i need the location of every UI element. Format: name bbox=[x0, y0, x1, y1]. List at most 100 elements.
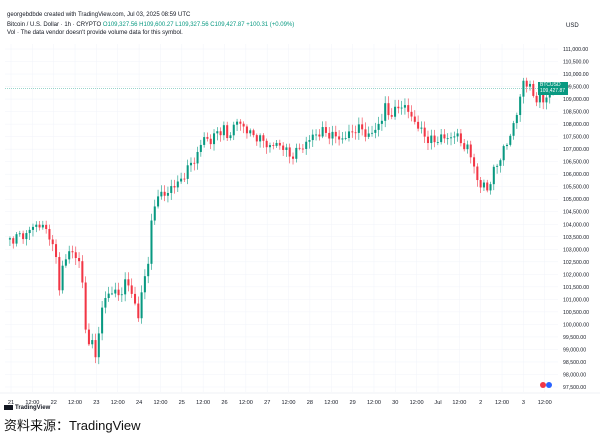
candle-body bbox=[285, 147, 288, 150]
candle-body bbox=[170, 186, 173, 193]
candle-body bbox=[130, 285, 133, 294]
candle-body bbox=[384, 103, 387, 121]
candle-body bbox=[397, 106, 400, 109]
candle-body bbox=[502, 146, 505, 161]
event-flag-icon bbox=[546, 382, 552, 388]
y-tick-label: 105,000.00 bbox=[563, 197, 589, 203]
candle-body bbox=[166, 192, 169, 196]
candle-body bbox=[417, 121, 420, 129]
candle-body bbox=[124, 279, 127, 295]
tradingview-logo-icon bbox=[4, 405, 13, 410]
candle-body bbox=[420, 127, 423, 129]
x-tick-label: 12:00 bbox=[282, 400, 296, 406]
candle-body bbox=[351, 131, 354, 133]
event-flag-icon bbox=[540, 382, 546, 388]
x-tick-label: 23 bbox=[93, 400, 99, 406]
y-tick-label: 102,500.00 bbox=[563, 260, 589, 266]
tradingview-logo-text: TradingView bbox=[15, 405, 51, 411]
candle-body bbox=[199, 144, 202, 152]
y-tick-label: 103,500.00 bbox=[563, 235, 589, 241]
candle-body bbox=[213, 133, 216, 145]
last-price-tag: BTCUSD 109,427.87 bbox=[538, 82, 568, 96]
candle-body bbox=[519, 96, 522, 116]
candle-body bbox=[453, 136, 456, 138]
y-tick-label: 98,500.00 bbox=[563, 360, 586, 366]
candle-body bbox=[186, 165, 189, 179]
candle-body bbox=[341, 138, 344, 140]
x-tick-label: 12:00 bbox=[495, 400, 509, 406]
y-tick-label: 108,000.00 bbox=[563, 122, 589, 128]
candle-body bbox=[371, 132, 374, 134]
candle-body bbox=[31, 226, 34, 230]
x-tick-label: 12:00 bbox=[538, 400, 552, 406]
candle-body bbox=[482, 182, 485, 188]
candle-body bbox=[114, 289, 117, 294]
y-tick-label: 107,500.00 bbox=[563, 135, 589, 141]
candle-body bbox=[147, 263, 150, 277]
candle-body bbox=[127, 279, 130, 286]
candle-body bbox=[81, 261, 84, 283]
candle-body bbox=[361, 124, 364, 130]
candle-body bbox=[245, 126, 248, 134]
candle-body bbox=[262, 135, 265, 141]
candle-body bbox=[137, 303, 140, 319]
candle-body bbox=[321, 127, 324, 137]
y-tick-label: 109,000.00 bbox=[563, 97, 589, 103]
currency-label: USD bbox=[566, 23, 579, 29]
candle-body bbox=[104, 298, 107, 308]
x-tick-label: 12:00 bbox=[153, 400, 167, 406]
candle-body bbox=[367, 133, 370, 137]
x-tick-label: 12:00 bbox=[196, 400, 210, 406]
y-tick-label: 104,500.00 bbox=[563, 210, 589, 216]
candle-body bbox=[268, 145, 271, 148]
candle-body bbox=[216, 131, 219, 134]
x-tick-label: 3 bbox=[522, 400, 525, 406]
candle-body bbox=[486, 182, 489, 191]
candle-body bbox=[295, 147, 298, 159]
candle-body bbox=[91, 340, 94, 345]
x-tick-label: Jul bbox=[434, 400, 441, 406]
x-tick-label: 12:00 bbox=[410, 400, 424, 406]
candle-body bbox=[347, 131, 350, 138]
y-tick-label: 110,500.00 bbox=[563, 60, 589, 66]
candle-body bbox=[450, 137, 453, 139]
candle-body bbox=[525, 80, 528, 87]
candle-body bbox=[68, 251, 71, 260]
candle-body bbox=[232, 124, 235, 136]
candle-body bbox=[120, 294, 123, 296]
candle-body bbox=[545, 97, 548, 103]
y-tick-label: 99,500.00 bbox=[563, 335, 586, 341]
y-tick-label: 103,000.00 bbox=[563, 247, 589, 253]
candle-body bbox=[183, 178, 186, 180]
y-tick-label: 101,500.00 bbox=[563, 285, 589, 291]
candle-body bbox=[334, 131, 337, 137]
y-tick-label: 105,500.00 bbox=[563, 185, 589, 191]
candle-body bbox=[206, 137, 209, 139]
candle-body bbox=[35, 224, 38, 227]
candle-body bbox=[87, 329, 90, 345]
candle-body bbox=[436, 142, 439, 143]
candle-body bbox=[157, 196, 160, 207]
price-chart[interactable]: 97,500.00 98,000.00 98,500.00 99,000.00 99,5… bbox=[0, 0, 600, 431]
candle-body bbox=[176, 181, 179, 188]
x-tick-label: 26 bbox=[221, 400, 227, 406]
candle-body bbox=[22, 233, 25, 240]
candle-body bbox=[219, 131, 222, 136]
x-tick-label: 27 bbox=[264, 400, 270, 406]
candle-body bbox=[242, 123, 245, 127]
candle-body bbox=[180, 178, 183, 182]
candle-body bbox=[433, 135, 436, 143]
candle-body bbox=[387, 103, 390, 116]
x-tick-label: 12:00 bbox=[324, 400, 338, 406]
candle-body bbox=[390, 115, 393, 117]
x-tick-label: 25 bbox=[179, 400, 185, 406]
candle-body bbox=[239, 121, 242, 124]
candle-body bbox=[489, 184, 492, 191]
candle-body bbox=[15, 234, 18, 244]
y-tick-label: 102,000.00 bbox=[563, 272, 589, 278]
candle-body bbox=[413, 116, 416, 122]
candle-body bbox=[150, 220, 153, 264]
candle-body bbox=[8, 238, 11, 240]
x-tick-label: 29 bbox=[349, 400, 355, 406]
candle-body bbox=[466, 144, 469, 150]
